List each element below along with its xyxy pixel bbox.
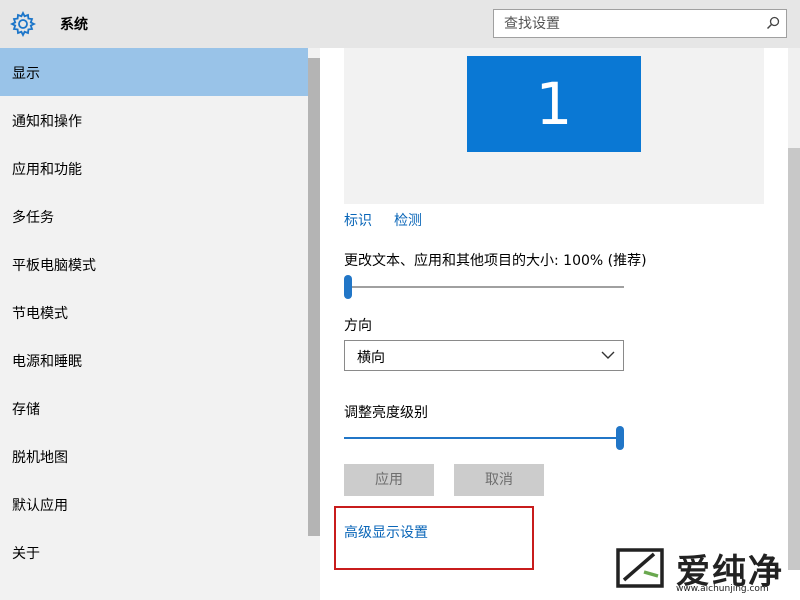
brightness-slider-fill (344, 437, 624, 439)
watermark-logo-icon (616, 548, 664, 588)
chevron-down-icon (601, 351, 615, 359)
title-bar: 系统 (0, 0, 800, 48)
orientation-dropdown[interactable]: 横向 (344, 340, 624, 371)
sidebar-item-display[interactable]: 显示 (0, 48, 308, 96)
sidebar-item-label: 存储 (12, 402, 40, 418)
sidebar: 显示 通知和操作 应用和功能 多任务 平板电脑模式 节电模式 电源和睡眠 存储 … (0, 48, 320, 600)
sidebar-item-label: 应用和功能 (12, 162, 82, 178)
sidebar-item-label: 平板电脑模式 (12, 258, 96, 274)
sidebar-item-apps-features[interactable]: 应用和功能 (0, 144, 308, 192)
scale-slider-thumb[interactable] (344, 275, 352, 299)
watermark-url: www.aichunjing.com (676, 584, 769, 594)
sidebar-item-storage[interactable]: 存储 (0, 384, 308, 432)
sidebar-item-notifications[interactable]: 通知和操作 (0, 96, 308, 144)
sidebar-item-label: 多任务 (12, 210, 54, 226)
scale-label: 更改文本、应用和其他项目的大小: 100% (推荐) (344, 253, 647, 269)
sidebar-item-offline-maps[interactable]: 脱机地图 (0, 432, 308, 480)
main-scrollbar-thumb[interactable] (788, 148, 800, 570)
orientation-label: 方向 (344, 318, 372, 334)
sidebar-scrollbar[interactable] (308, 58, 320, 536)
sidebar-item-label: 默认应用 (12, 498, 68, 514)
sidebar-item-about[interactable]: 关于 (0, 528, 308, 576)
sidebar-item-label: 通知和操作 (12, 114, 82, 130)
display-preview: 1 (344, 48, 764, 204)
sidebar-item-label: 关于 (12, 546, 40, 562)
search-input[interactable] (494, 10, 754, 37)
search-box[interactable] (493, 9, 787, 38)
sidebar-item-power-sleep[interactable]: 电源和睡眠 (0, 336, 308, 384)
app-title: 系统 (60, 17, 88, 33)
monitor-tile[interactable]: 1 (467, 56, 641, 152)
apply-button[interactable]: 应用 (344, 464, 434, 496)
sidebar-item-label: 电源和睡眠 (12, 354, 82, 370)
scale-slider-track[interactable] (344, 286, 624, 288)
sidebar-item-multitasking[interactable]: 多任务 (0, 192, 308, 240)
search-icon[interactable] (766, 16, 780, 30)
gear-icon (10, 11, 36, 37)
detect-link[interactable]: 检测 (394, 210, 422, 230)
brightness-label: 调整亮度级别 (344, 405, 428, 421)
sidebar-item-tablet-mode[interactable]: 平板电脑模式 (0, 240, 308, 288)
sidebar-item-label: 脱机地图 (12, 450, 68, 466)
identify-link[interactable]: 标识 (344, 210, 372, 230)
brightness-slider-thumb[interactable] (616, 426, 624, 450)
sidebar-item-default-apps[interactable]: 默认应用 (0, 480, 308, 528)
watermark: 爱纯净 www.aichunjing.com (604, 540, 800, 600)
orientation-value: 横向 (357, 350, 385, 366)
monitor-number: 1 (535, 70, 573, 138)
cancel-button[interactable]: 取消 (454, 464, 544, 496)
advanced-display-settings-link[interactable]: 高级显示设置 (344, 522, 428, 542)
display-settings-panel: 1 标识 检测 更改文本、应用和其他项目的大小: 100% (推荐) 方向 横向… (320, 48, 800, 600)
sidebar-item-battery-saver[interactable]: 节电模式 (0, 288, 308, 336)
sidebar-item-label: 显示 (12, 66, 40, 82)
sidebar-item-label: 节电模式 (12, 306, 68, 322)
